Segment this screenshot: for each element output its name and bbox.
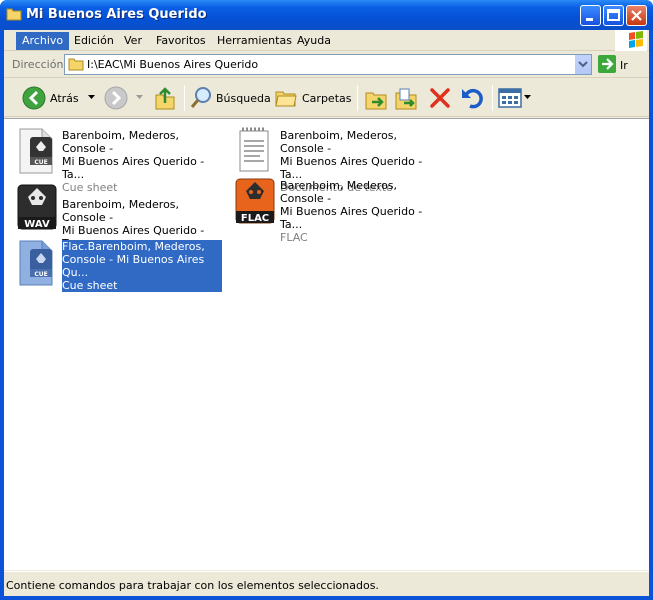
chevron-down-icon (524, 95, 531, 99)
search-icon (190, 87, 211, 108)
file-item-selected[interactable]: CUE Flac.Barenboim, Mederos, Console - M… (14, 239, 224, 292)
close-button[interactable] (626, 5, 647, 26)
file-item[interactable]: CUE Barenboim, Mederos, Console - Mi Bue… (14, 127, 224, 194)
status-text: Contiene comandos para trabajar con los … (6, 579, 379, 592)
file-name-line1: Barenboim, Mederos, Console - (280, 179, 398, 205)
toolbar-separator (357, 85, 358, 111)
move-to-icon[interactable] (364, 83, 388, 113)
chevron-down-icon (136, 95, 143, 99)
cue-sheet-icon: CUE (19, 128, 53, 174)
back-label: Atrás (50, 92, 79, 105)
file-name-line1: Flac.Barenboim, Mederos, (62, 240, 205, 253)
menu-edicion[interactable]: Edición (68, 32, 120, 50)
chevron-down-icon (88, 95, 95, 99)
wav-file-icon: WAV (17, 184, 57, 230)
menu-herramientas[interactable]: Herramientas (211, 32, 298, 50)
menu-favoritos[interactable]: Favoritos (150, 32, 212, 50)
search-button[interactable]: Búsqueda (190, 83, 271, 113)
minimize-icon (586, 18, 593, 21)
toolbar-separator (184, 85, 185, 111)
delete-icon[interactable] (428, 83, 452, 113)
folders-label: Carpetas (302, 92, 352, 105)
folders-button[interactable]: Carpetas (274, 83, 352, 113)
minimize-button[interactable] (580, 5, 601, 26)
file-item[interactable]: Barenboim, Mederos, Console - Mi Buenos … (232, 127, 442, 194)
cue-sheet-icon: CUE (19, 240, 53, 286)
file-name-line1: Barenboim, Mederos, Console - (62, 129, 180, 155)
status-bar: Contiene comandos para trabajar con los … (4, 571, 649, 596)
svg-text:WAV: WAV (24, 219, 50, 230)
windows-logo (615, 30, 647, 51)
address-dropdown-button[interactable] (574, 55, 591, 74)
text-document-icon (239, 127, 269, 172)
file-type: Cue sheet (62, 279, 118, 292)
file-name-line1: Barenboim, Mederos, Console - (280, 129, 398, 155)
file-label: Flac.Barenboim, Mederos, Console - Mi Bu… (62, 240, 222, 292)
window-client-area: Archivo Edición Ver Favoritos Herramient… (4, 30, 649, 596)
file-name-line2: Mi Buenos Aires Querido - Ta... (280, 205, 423, 231)
toolbar-separator (492, 85, 493, 111)
up-folder-icon[interactable] (154, 83, 176, 113)
views-icon (498, 88, 522, 108)
svg-text:CUE: CUE (34, 159, 47, 166)
file-name-line2: Mi Buenos Aires Querido - Ta... (62, 155, 205, 181)
menu-bar: Archivo Edición Ver Favoritos Herramient… (4, 30, 649, 51)
windows-flag-icon (629, 31, 643, 48)
folder-icon (68, 58, 84, 71)
file-name-line1: Barenboim, Mederos, Console - (62, 198, 180, 224)
svg-text:CUE: CUE (34, 271, 47, 278)
folders-icon (275, 91, 297, 107)
svg-text:FLAC: FLAC (241, 213, 269, 224)
folder-icon (6, 8, 22, 21)
search-label: Búsqueda (216, 92, 271, 105)
toolbar: Atrás Búsqueda Carpetas (4, 79, 649, 117)
flac-file-icon: FLAC (235, 178, 275, 224)
undo-icon[interactable] (460, 83, 484, 113)
views-button[interactable] (498, 83, 532, 113)
forward-arrow-icon (104, 86, 128, 110)
file-view[interactable]: CUE Barenboim, Mederos, Console - Mi Bue… (4, 118, 649, 570)
address-field[interactable]: I:\EAC\Mi Buenos Aires Querido (64, 54, 592, 75)
address-label: Dirección (12, 58, 64, 71)
back-button[interactable]: Atrás (22, 83, 102, 113)
menu-ver[interactable]: Ver (118, 32, 148, 50)
address-bar: Dirección I:\EAC\Mi Buenos Aires Querido… (4, 52, 649, 78)
go-button-label[interactable]: Ir (620, 59, 628, 72)
file-name-line2: Console - Mi Buenos Aires Qu... (62, 253, 205, 279)
file-label: Barenboim, Mederos, Console - Mi Buenos … (280, 179, 440, 244)
copy-to-icon[interactable] (394, 83, 418, 113)
file-item[interactable]: WAV Barenboim, Mederos, Console - Mi Bue… (14, 183, 224, 250)
chevron-down-icon (578, 61, 588, 68)
menu-ayuda[interactable]: Ayuda (291, 32, 337, 50)
forward-button[interactable] (104, 83, 146, 113)
file-item[interactable]: FLAC Barenboim, Mederos, Console - Mi Bu… (232, 177, 442, 244)
window-title: Mi Buenos Aires Querido (26, 7, 207, 22)
address-path: I:\EAC\Mi Buenos Aires Querido (87, 58, 259, 71)
go-arrow-icon[interactable] (598, 55, 616, 73)
explorer-window: Mi Buenos Aires Querido Archivo Edición … (0, 0, 653, 600)
back-arrow-icon (22, 86, 46, 110)
title-bar[interactable]: Mi Buenos Aires Querido (0, 0, 653, 30)
file-type: FLAC (280, 231, 308, 244)
close-icon (631, 10, 642, 21)
menu-archivo[interactable]: Archivo (16, 32, 70, 50)
maximize-icon (607, 9, 620, 21)
maximize-button[interactable] (603, 5, 624, 26)
